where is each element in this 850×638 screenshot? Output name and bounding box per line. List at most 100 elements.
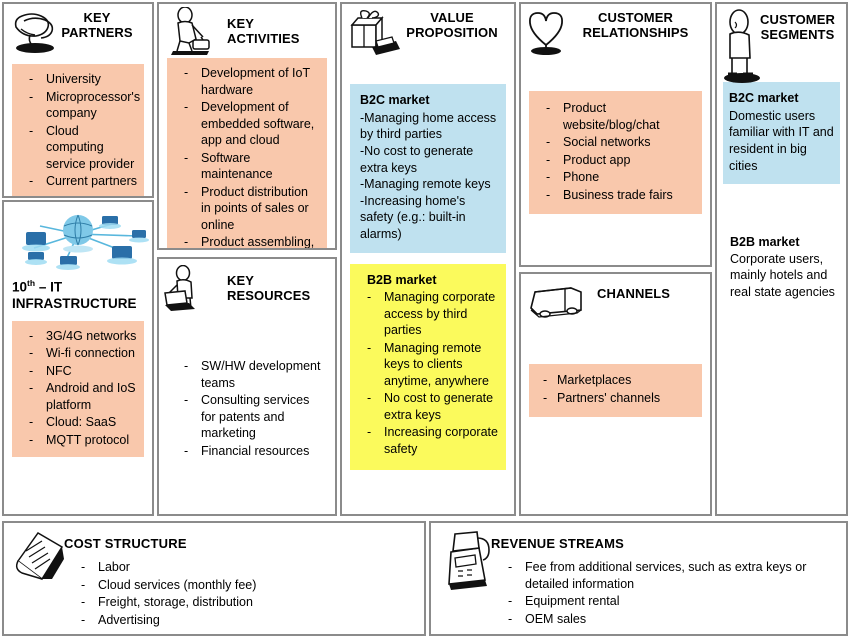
b2b-market-list: Managing corporate access by third parti… [354,289,498,457]
list-item: NFC [16,363,138,380]
list-item: SW/HW development teams [171,358,321,391]
panel-cost-structure[interactable]: COST STRUCTURE Labor Cloud services (mon… [2,521,426,636]
list-item: Cloud: SaaS [16,414,138,431]
list-item: Development of embedded software, app an… [171,99,321,149]
value-proposition-b2b-note: B2B market Managing corporate access by … [350,263,506,471]
list-item: Software maintenance [171,150,321,183]
key-resources-note: SW/HW development teams Consulting servi… [167,351,327,468]
revenue-streams-title: REVENUE STREAMS [491,536,625,551]
segments-b2b-heading: B2B market [730,235,800,250]
business-model-canvas: KEY PARTNERS University Microprocessor's… [0,0,850,638]
cash-register-icon [439,528,493,590]
list-item: Equipment rental [495,593,826,610]
customer-segments-b2b-block: B2B market Corporate users, mainly hotel… [717,234,846,301]
key-resources-header: KEY RESOURCES [159,259,335,311]
it-title-line2: INFRASTRUCTURE [12,295,137,311]
it-infrastructure-title: 10th – IT INFRASTRUCTURE [4,276,152,312]
list-item: Managing corporate access by third parti… [354,289,498,339]
list-item: Partners' channels [533,390,696,407]
list-item: Cloud services (monthly fee) [68,577,404,594]
list-item: Cloud computing service provider [16,123,138,173]
list-item: University [16,71,138,88]
it-title-number: 10 [12,279,28,295]
documents-icon [12,529,66,589]
it-infrastructure-note: 3G/4G networks Wi-fi connection NFC Andr… [12,320,144,458]
list-item: No cost to generate extra keys [354,390,498,423]
list-item: Product app [533,152,696,169]
person-pushing-icon [163,265,219,315]
channels-header: CHANNELS [521,274,710,326]
standing-person-icon [721,8,767,84]
network-globe-icon [22,214,149,270]
list-item: Fee from additional services, such as ex… [495,559,826,592]
panel-customer-relationships[interactable]: CUSTOMER RELATIONSHIPS Product website/b… [519,2,712,267]
truck-icon [525,280,595,330]
customer-relationships-header: CUSTOMER RELATIONSHIPS [521,4,710,56]
list-item: Product website/blog/chat [533,100,696,133]
it-infrastructure-header: 10th – IT INFRASTRUCTURE [4,204,152,312]
cost-structure-note: Labor Cloud services (monthly fee) Freig… [64,554,410,634]
b2b-market-heading: B2B market [367,272,437,287]
key-activities-header: KEY ACTIVITIES [159,4,335,56]
customer-relationships-list: Product website/blog/chat Social network… [533,100,696,203]
it-infrastructure-list: 3G/4G networks Wi-fi connection NFC Andr… [16,328,138,449]
text-line: -Managing remote keys [360,177,491,192]
channels-note: Marketplaces Partners' channels [529,364,702,417]
list-item: Wi-fi connection [16,345,138,362]
list-item: Social networks [533,134,696,151]
list-item: Microprocessor's company [16,89,140,122]
panel-value-proposition[interactable]: VALUE PROPOSITION B2C market -Managing h… [340,2,516,516]
list-item: Marketplaces [533,372,696,389]
it-title-sup: th [27,278,36,288]
list-item: MQTT protocol [16,432,138,449]
value-proposition-b2c-note: B2C market -Managing home access by thir… [350,84,506,253]
list-item: OEM sales [495,611,826,628]
panel-key-resources[interactable]: KEY RESOURCES SW/HW development teams Co… [157,257,337,516]
revenue-streams-header: REVENUE STREAMS [431,523,846,590]
segments-b2b-body: Corporate users, mainly hotels and real … [730,251,835,299]
panel-customer-segments[interactable]: CUSTOMER SEGMENTS B2C market Domestic us… [715,2,848,516]
b2c-market-heading: B2C market [360,93,430,107]
list-item: Business trade fairs [533,187,696,204]
cost-structure-title: COST STRUCTURE [64,536,187,551]
segments-b2c-body: Domestic users familiar with IT and resi… [729,108,834,173]
list-item: Managing remote keys to clients anytime,… [354,340,498,390]
gift-box-icon [346,7,402,57]
panel-key-activities[interactable]: KEY ACTIVITIES Development of IoT hardwa… [157,2,337,250]
customer-segments-header: CUSTOMER SEGMENTS [717,4,846,84]
list-item: Android and IoS platform [16,380,138,413]
customer-relationships-note: Product website/blog/chat Social network… [529,91,702,214]
list-item: Phone [533,169,696,186]
key-resources-list: SW/HW development teams Consulting servi… [171,358,321,459]
key-partners-list: University Microprocessor's company Clou… [16,71,140,190]
key-activities-note: Development of IoT hardware Development … [167,58,327,248]
list-item: Product distribution in points of sales … [171,184,321,234]
panel-key-partners[interactable]: KEY PARTNERS University Microprocessor's… [2,2,154,198]
key-activities-list: Development of IoT hardware Development … [171,65,321,248]
heart-icon [525,7,581,57]
list-item: Consulting services for patents and mark… [171,392,321,442]
revenue-streams-list: Fee from additional services, such as ex… [495,559,826,627]
key-partners-note: University Microprocessor's company Clou… [12,64,144,196]
text-line: -Managing home access by third parties [360,110,497,142]
segments-b2c-heading: B2C market [729,91,799,105]
list-item: Increasing corporate safety [354,424,498,457]
cost-structure-list: Labor Cloud services (monthly fee) Freig… [68,559,404,628]
list-item: Financial resources [171,443,321,460]
revenue-streams-note: Fee from additional services, such as ex… [491,554,832,634]
cost-structure-header: COST STRUCTURE [4,523,424,581]
list-item: Labor [68,559,404,576]
key-partners-header: KEY PARTNERS [4,4,152,56]
list-item: Advertising [68,612,404,629]
panel-revenue-streams[interactable]: REVENUE STREAMS Fee from additional serv… [429,521,848,636]
list-item: Development of IoT hardware [171,65,321,98]
b2c-market-lines: -Managing home access by third parties -… [354,110,498,243]
list-item: Freight, storage, distribution [68,594,404,611]
worker-icon [163,7,219,57]
value-proposition-header: VALUE PROPOSITION [342,4,514,56]
list-item: Current partners [16,173,138,190]
panel-channels[interactable]: CHANNELS Marketplaces Partners' channels [519,272,712,516]
channels-list: Marketplaces Partners' channels [533,372,696,406]
text-line: -No cost to generate extra keys [360,143,474,175]
panel-it-infrastructure[interactable]: 10th – IT INFRASTRUCTURE 3G/4G networks … [2,200,154,516]
